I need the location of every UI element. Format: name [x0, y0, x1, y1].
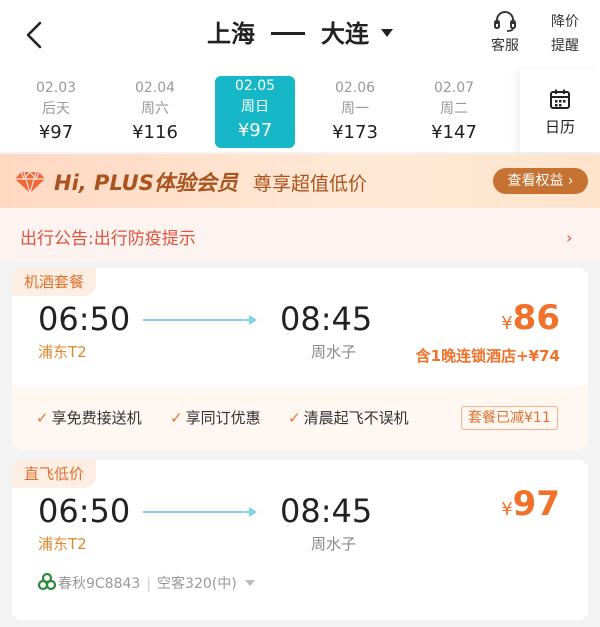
perks-bar: ✓ 享免费接送机 ✓ 享同订优惠 ✓ 清晨起飞不误机 套餐已减¥11: [12, 386, 588, 450]
calendar-button[interactable]: 日历: [520, 70, 600, 152]
perk-label: 清晨起飞不误机: [303, 409, 409, 427]
date-text: 02.05: [234, 78, 276, 94]
flight-card-package[interactable]: 机酒套餐 06:50 08:45 浦东T2 周水子 ¥86 含1晚连锁酒店+¥7…: [12, 268, 588, 450]
airline-info[interactable]: 春秋9C8843 | 空客320(中): [38, 573, 255, 593]
check-icon: ✓: [36, 409, 49, 427]
price: ¥86: [501, 298, 560, 338]
plus-title: Hi, PLUS体验会员: [54, 171, 238, 195]
currency-symbol: ¥: [501, 313, 513, 334]
customer-service-button[interactable]: 客服: [487, 10, 523, 55]
hotel-note: 含1晚连锁酒店+¥74: [415, 347, 560, 365]
date-option-selected[interactable]: 02.05 周日 ¥97: [215, 76, 295, 148]
price-value: 97: [512, 484, 560, 524]
date-text: 02.03: [35, 80, 77, 96]
departure-time: 06:50: [38, 300, 131, 338]
price-value: 86: [512, 298, 560, 338]
top-bar: 上海 大连 客服 降价 提醒: [0, 0, 600, 70]
destination-city: 大连: [321, 20, 369, 48]
chevron-down-icon: [244, 580, 255, 586]
customer-service-label: 客服: [491, 38, 519, 54]
date-price: ¥97: [237, 120, 273, 141]
check-icon: ✓: [170, 409, 183, 427]
flight-number: 春秋9C8843: [58, 576, 141, 592]
perk-item: ✓ 清晨起飞不误机: [288, 407, 409, 428]
date-option[interactable]: 02.06 周一 ¥173: [315, 78, 395, 148]
calendar-label: 日历: [544, 118, 575, 136]
date-option[interactable]: 02.04 周六 ¥116: [115, 78, 195, 148]
price: ¥97: [501, 484, 560, 524]
weekday-text: 周二: [440, 101, 468, 117]
aircraft-type: 空客320(中): [157, 576, 237, 592]
plus-member-banner[interactable]: Hi, PLUS体验会员 尊享超值低价 查看权益 ›: [0, 154, 600, 208]
price-alert-label-2: 提醒: [551, 38, 579, 54]
price-alert-button[interactable]: 降价 提醒: [545, 10, 585, 58]
weekday-text: 周一: [341, 101, 369, 117]
date-price: ¥116: [132, 122, 178, 143]
arrival-time: 08:45: [280, 300, 373, 338]
weekday-text: 周六: [141, 101, 169, 117]
weekday-text: 周日: [241, 99, 269, 115]
notice-text: 出行公告:出行防疫提示: [20, 229, 196, 249]
departure-airport: 浦东T2: [38, 535, 87, 553]
perk-item: ✓ 享免费接送机: [36, 407, 142, 428]
departure-time: 06:50: [38, 492, 131, 530]
calendar-icon: [550, 89, 570, 109]
flight-arrow-icon: [143, 507, 257, 517]
perk-label: 享同订优惠: [185, 409, 261, 427]
discount-badge: 套餐已减¥11: [461, 406, 558, 430]
headset-icon: [494, 11, 516, 32]
currency-symbol: ¥: [501, 499, 513, 520]
weekday-text: 后天: [42, 101, 70, 117]
date-price: ¥173: [332, 122, 378, 143]
route-arrow-icon: [271, 31, 305, 35]
date-price: ¥97: [38, 122, 74, 143]
date-text: 02.06: [334, 80, 376, 96]
check-icon: ✓: [288, 409, 301, 427]
card-tag: 直飞低价: [12, 460, 97, 488]
origin-city: 上海: [207, 20, 255, 48]
chevron-down-icon: [381, 29, 393, 37]
arrival-airport: 周水子: [311, 343, 357, 361]
flight-card-direct[interactable]: 直飞低价 06:50 08:45 浦东T2 周水子 ¥97 春秋9C8843 | 空…: [12, 460, 588, 620]
date-text: 02.04: [134, 80, 176, 96]
flight-arrow-icon: [143, 315, 257, 325]
arrival-time: 08:45: [280, 492, 373, 530]
price-alert-label-1: 降价: [551, 14, 579, 30]
card-tag: 机酒套餐: [12, 268, 97, 296]
date-option[interactable]: 02.07 周二 ¥147: [414, 78, 494, 148]
date-selector: 02.03 后天 ¥97 02.04 周六 ¥116 02.05 周日 ¥97 …: [0, 70, 600, 152]
perk-item: ✓ 享同订优惠: [170, 407, 261, 428]
date-option[interactable]: 02.03 后天 ¥97: [16, 78, 96, 148]
date-text: 02.07: [433, 80, 475, 96]
arrival-airport: 周水子: [311, 535, 357, 553]
travel-notice[interactable]: 出行公告:出行防疫提示 ›: [0, 208, 600, 262]
airline-logo-icon: [38, 573, 56, 591]
diamond-icon: [15, 171, 45, 194]
departure-airport: 浦东T2: [38, 343, 87, 361]
perk-label: 享免费接送机: [51, 409, 142, 427]
view-benefits-button[interactable]: 查看权益 ›: [493, 168, 588, 194]
plus-subtitle: 尊享超值低价: [253, 173, 368, 195]
date-price: ¥147: [431, 122, 477, 143]
chevron-right-icon: ›: [566, 228, 573, 247]
